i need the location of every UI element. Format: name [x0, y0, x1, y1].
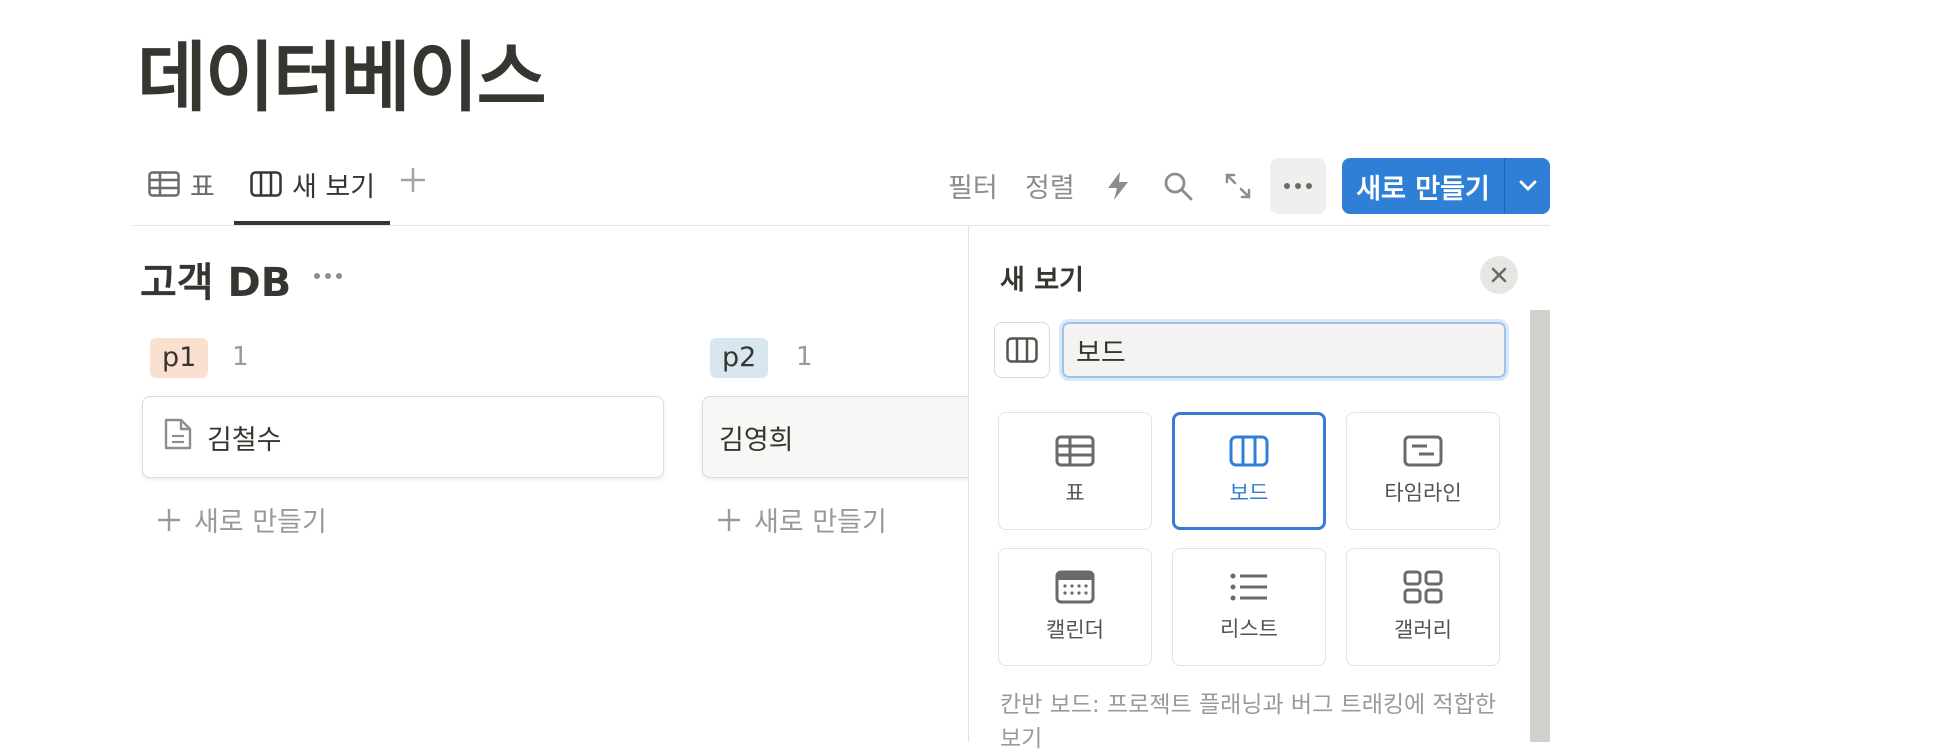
layout-option-timeline[interactable]: 타임라인: [1346, 412, 1500, 530]
new-button[interactable]: 새로 만들기: [1342, 158, 1504, 214]
panel-scrollbar[interactable]: [1530, 310, 1550, 742]
layout-label: 갤러리: [1394, 618, 1452, 642]
add-card-label: 새로 만들기: [194, 507, 327, 538]
layout-label: 리스트: [1220, 617, 1278, 641]
layout-label: 보드: [1229, 481, 1269, 505]
layout-option-list[interactable]: 리스트: [1172, 548, 1326, 666]
layout-description: 칸반 보드: 프로젝트 플래닝과 버그 트래킹에 적합한 보기: [1000, 692, 1496, 752]
timeline-icon: [1403, 435, 1443, 467]
card-title: 김철수: [207, 424, 282, 456]
more-horizontal-icon: [1284, 183, 1312, 189]
more-horizontal-icon: [314, 273, 342, 279]
layout-options: 표 보드 타임라인 캘린더 리스트 갤러리: [998, 412, 1500, 666]
table-icon: [148, 170, 180, 198]
board-card[interactable]: 김철수: [142, 396, 664, 478]
group-count: 1: [232, 342, 249, 372]
automation-button[interactable]: [1098, 166, 1138, 206]
lightning-icon: [1108, 172, 1128, 200]
layout-option-board[interactable]: 보드: [1172, 412, 1326, 530]
layout-option-calendar[interactable]: 캘린더: [998, 548, 1152, 666]
board-icon: [1229, 435, 1269, 467]
board-icon: [1006, 337, 1038, 363]
group-tag-p1[interactable]: p1: [150, 338, 209, 378]
card-title: 김영희: [719, 424, 794, 456]
close-panel-button[interactable]: [1480, 256, 1518, 294]
gallery-icon: [1403, 570, 1443, 604]
view-name-input[interactable]: [1059, 319, 1509, 381]
add-card-label: 새로 만들기: [754, 507, 887, 538]
filter-button[interactable]: 필터: [948, 166, 998, 205]
layout-option-gallery[interactable]: 갤러리: [1346, 548, 1500, 666]
calendar-icon: [1055, 570, 1095, 604]
plus-icon: [158, 508, 180, 531]
database-title[interactable]: 고객 DB: [140, 250, 291, 308]
board-icon: [250, 170, 282, 198]
plus-icon: [718, 508, 740, 531]
add-view-button[interactable]: [398, 164, 428, 204]
tab-table-view[interactable]: 표: [148, 160, 215, 208]
more-options-button[interactable]: [1270, 158, 1326, 214]
sort-button[interactable]: 정렬: [1025, 166, 1075, 205]
tab-label: 표: [190, 171, 215, 203]
document-icon: [163, 417, 193, 458]
group-count: 1: [796, 342, 813, 372]
add-card-button[interactable]: 새로 만들기: [156, 500, 327, 539]
search-icon: [1164, 172, 1193, 201]
expand-button[interactable]: [1218, 166, 1258, 206]
tab-new-view[interactable]: 새 보기: [250, 160, 375, 208]
search-button[interactable]: [1158, 166, 1198, 206]
table-icon: [1055, 435, 1095, 467]
panel-title: 새 보기: [1000, 265, 1084, 296]
board-card[interactable]: 김영희: [702, 396, 1002, 478]
layout-label: 캘린더: [1046, 618, 1104, 642]
new-button-group: 새로 만들기: [1342, 158, 1550, 214]
database-more-button[interactable]: [310, 258, 346, 294]
add-card-button[interactable]: 새로 만들기: [716, 500, 887, 539]
page-title: 데이터베이스: [137, 33, 547, 122]
group-tag-p2[interactable]: p2: [710, 338, 769, 378]
layout-option-table[interactable]: 표: [998, 412, 1152, 530]
new-dropdown-button[interactable]: [1505, 158, 1550, 214]
list-icon: [1230, 573, 1267, 601]
plus-icon: [401, 168, 425, 192]
chevron-down-icon: [1519, 180, 1536, 191]
layout-label: 표: [1065, 481, 1085, 505]
view-icon-picker[interactable]: [994, 322, 1050, 378]
expand-icon: [1225, 173, 1251, 199]
tab-label: 새 보기: [292, 171, 376, 203]
layout-label: 타임라인: [1384, 481, 1462, 505]
close-icon: [1491, 267, 1507, 283]
